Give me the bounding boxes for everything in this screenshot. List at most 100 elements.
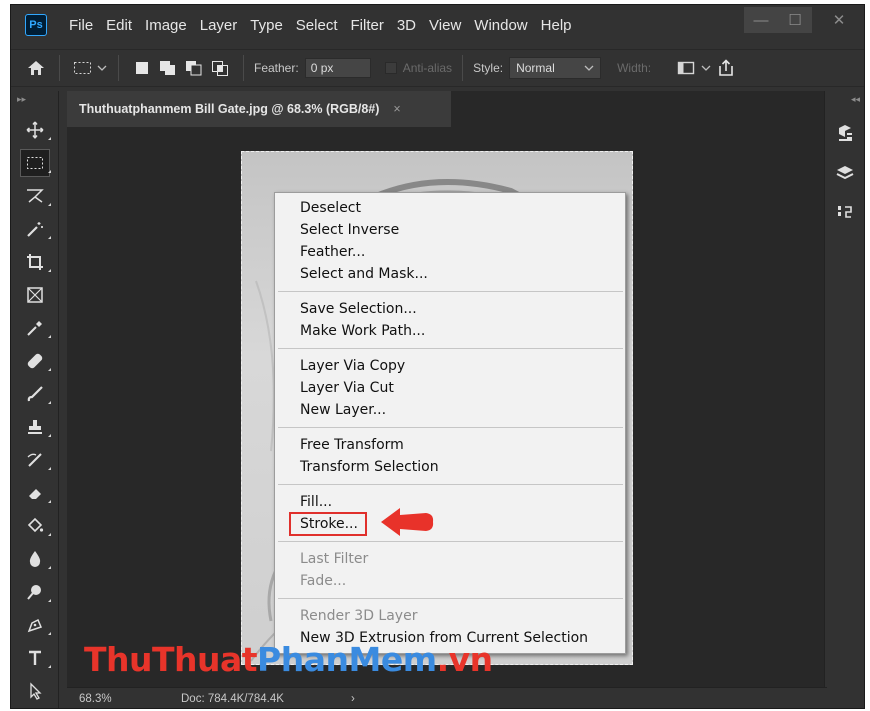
magic-wand-icon — [20, 215, 50, 243]
menu-filter[interactable]: Filter — [351, 17, 384, 34]
frame-icon — [20, 281, 50, 309]
pen-tool[interactable] — [11, 608, 59, 641]
add-to-selection-icon[interactable] — [155, 55, 181, 81]
feather-input[interactable]: 0 px — [304, 58, 371, 78]
eyedropper-icon — [20, 314, 50, 342]
blur-icon — [20, 545, 50, 573]
menu-item-select-inverse[interactable]: Select Inverse — [275, 219, 625, 241]
menu-edit[interactable]: Edit — [106, 17, 132, 34]
menu-item-layer-via-cut[interactable]: Layer Via Cut — [275, 377, 625, 399]
red-arrow-pointer-icon — [381, 508, 434, 536]
menu-item-render-3d-layer: Render 3D Layer — [300, 608, 418, 624]
frame-tool[interactable] — [11, 278, 59, 311]
home-icon[interactable] — [23, 55, 49, 81]
menu-item-deselect[interactable]: Deselect — [275, 197, 625, 219]
antialias-checkbox[interactable] — [384, 62, 397, 74]
menu-item-layer-via-copy[interactable]: Layer Via Copy — [275, 355, 625, 377]
collapse-panel-icon[interactable]: ▸▸ — [11, 91, 58, 113]
antialias-label: Anti-alias — [402, 61, 453, 75]
type-icon — [20, 644, 50, 672]
rectangular-marquee-tool[interactable] — [11, 146, 59, 179]
subtract-from-selection-icon[interactable] — [181, 55, 207, 81]
options-bar: Feather: 0 px Anti-alias Style: Normal W… — [11, 49, 864, 87]
paint-bucket-icon — [20, 512, 50, 540]
document-tab[interactable]: Thuthuatphanmem Bill Gate.jpg @ 68.3% (R… — [67, 91, 451, 127]
width-label: Width: — [617, 61, 652, 75]
move-icon — [20, 116, 50, 144]
menu-item-last-filter: Last Filter — [300, 551, 369, 567]
watermark-part-3: .vn — [436, 640, 494, 679]
close-window-button[interactable]: ✕ — [814, 7, 864, 33]
brush-icon — [20, 380, 50, 408]
context-menu: Deselect Select Inverse Feather... Select a… — [274, 192, 626, 654]
eraser-tool[interactable] — [11, 476, 59, 509]
dodge-tool[interactable] — [11, 575, 59, 608]
menu-file[interactable]: File — [69, 17, 93, 34]
status-bar: 68.3% Doc: 784.4K/784.4K › — [67, 687, 827, 708]
minimize-button[interactable]: — — [744, 7, 778, 33]
share-icon[interactable] — [713, 55, 739, 81]
photoshop-logo[interactable]: Ps — [25, 14, 47, 36]
brush-tool[interactable] — [11, 377, 59, 410]
menu-item-new-layer[interactable]: New Layer... — [275, 399, 625, 421]
menu-item-fade: Fade... — [300, 573, 347, 589]
lasso-tool[interactable] — [11, 179, 59, 212]
libraries-icon[interactable] — [825, 113, 864, 153]
watermark-part-2: PhanMem — [257, 640, 437, 679]
menu-item-select-and-mask[interactable]: Select and Mask... — [275, 263, 625, 285]
type-tool[interactable] — [11, 641, 59, 674]
path-selection-tool[interactable] — [11, 674, 59, 707]
expand-panel-icon[interactable]: ◂◂ — [825, 91, 864, 113]
chevron-down-icon — [584, 65, 594, 71]
healing-brush-icon — [20, 347, 50, 375]
menu-separator — [278, 348, 623, 349]
menu-separator — [278, 541, 623, 542]
status-menu-chevron-icon[interactable]: › — [351, 693, 355, 705]
new-selection-icon[interactable] — [129, 55, 155, 81]
chevron-down-icon[interactable] — [699, 55, 713, 81]
maximize-button[interactable]: ☐ — [778, 7, 812, 33]
menu-select[interactable]: Select — [296, 17, 338, 34]
blur-tool[interactable] — [11, 542, 59, 575]
eyedropper-tool[interactable] — [11, 311, 59, 344]
paint-bucket-tool[interactable] — [11, 509, 59, 542]
separator — [462, 55, 464, 81]
document-tab-bar: Thuthuatphanmem Bill Gate.jpg @ 68.3% (R… — [67, 91, 827, 127]
menu-item-fill[interactable]: Fill... — [275, 491, 625, 513]
crop-icon — [20, 248, 50, 276]
close-tab-icon[interactable]: × — [393, 102, 400, 116]
stroke-highlight-box — [289, 512, 367, 536]
intersect-selection-icon[interactable] — [207, 55, 233, 81]
chevron-down-icon[interactable] — [96, 55, 108, 81]
document-info: Doc: 784.4K/784.4K — [181, 693, 284, 705]
menu-item-free-transform[interactable]: Free Transform — [275, 434, 625, 456]
history-brush-tool[interactable] — [11, 443, 59, 476]
menu-item-stroke[interactable]: Stroke... — [275, 512, 625, 536]
menu-item-make-work-path[interactable]: Make Work Path... — [275, 320, 625, 342]
swap-dimensions-icon[interactable] — [673, 55, 699, 81]
menu-window[interactable]: Window — [474, 17, 527, 34]
menu-help[interactable]: Help — [541, 17, 572, 34]
layers-icon[interactable] — [825, 153, 864, 193]
watermark-logo: ThuThuatPhanMem.vn — [84, 640, 493, 679]
menu-item-save-selection[interactable]: Save Selection... — [275, 298, 625, 320]
menu-3d[interactable]: 3D — [397, 17, 416, 34]
magic-wand-tool[interactable] — [11, 212, 59, 245]
move-tool[interactable] — [11, 113, 59, 146]
style-label: Style: — [473, 61, 504, 75]
separator — [118, 55, 119, 81]
menu-image[interactable]: Image — [145, 17, 187, 34]
menu-type[interactable]: Type — [250, 17, 283, 34]
menu-layer[interactable]: Layer — [200, 17, 238, 34]
zoom-level[interactable]: 68.3% — [79, 693, 159, 705]
menu-item-feather[interactable]: Feather... — [275, 241, 625, 263]
menu-view[interactable]: View — [429, 17, 461, 34]
style-select[interactable]: Normal — [509, 57, 602, 79]
menu-item-transform-selection[interactable]: Transform Selection — [275, 456, 625, 478]
marquee-preset-icon[interactable] — [70, 55, 96, 81]
crop-tool[interactable] — [11, 245, 59, 278]
history-icon[interactable] — [825, 193, 864, 233]
path-selection-icon — [20, 677, 50, 705]
healing-brush-tool[interactable] — [11, 344, 59, 377]
clone-stamp-tool[interactable] — [11, 410, 59, 443]
